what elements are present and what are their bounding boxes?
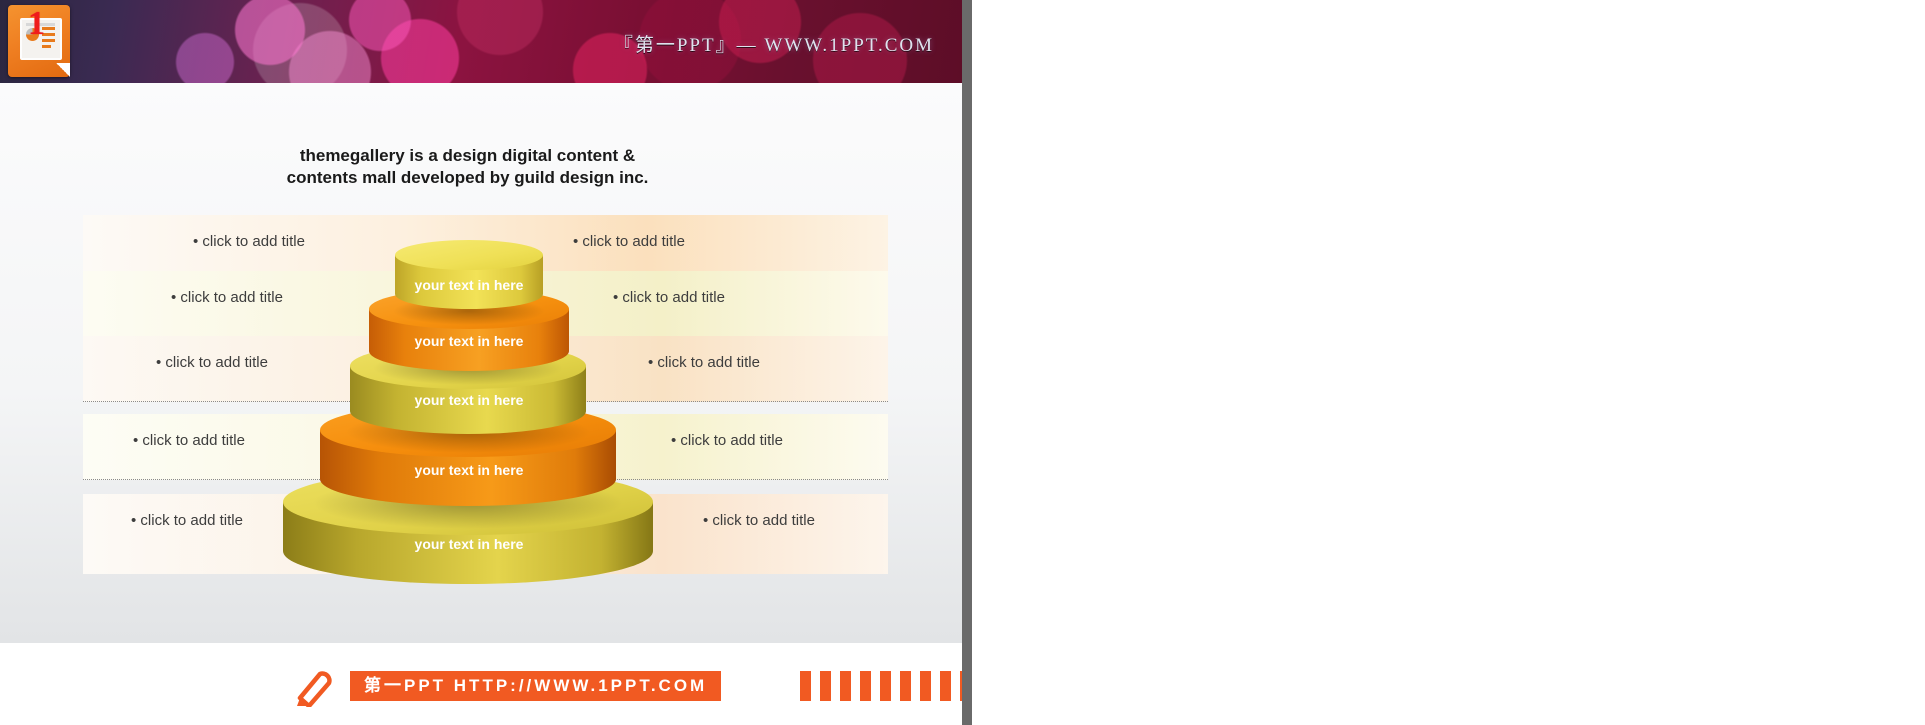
window-gutter <box>962 0 972 725</box>
footer-stripe <box>920 671 931 701</box>
logo-bar-4 <box>42 45 51 48</box>
template-preview-content: 1 『第一PPT』— WWW.1PPT.COM themegallery is … <box>0 0 962 725</box>
bullet-row-5-left-label[interactable]: • click to add title <box>131 512 243 529</box>
footer-stripes <box>800 671 962 701</box>
bullet-row-1-right-label[interactable]: • click to add title <box>573 233 685 250</box>
bullet-row-2-right-label[interactable]: • click to add title <box>613 289 725 306</box>
slide-canvas: themegallery is a design digital content… <box>0 83 962 643</box>
bullet-row-4-left-label[interactable]: • click to add title <box>133 432 245 449</box>
right-empty-pane <box>972 0 1925 725</box>
pencil-icon <box>297 671 332 707</box>
logo-page-fold <box>56 63 70 77</box>
bullet-row-5: • click to add title • click to add titl… <box>83 494 888 574</box>
screenshot-root: 1 『第一PPT』— WWW.1PPT.COM themegallery is … <box>0 0 1925 725</box>
bullet-row-3-right-label[interactable]: • click to add title <box>648 354 760 371</box>
bullet-row-4-divider <box>83 479 888 480</box>
bullet-row-1-left-label[interactable]: • click to add title <box>193 233 305 250</box>
bullet-row-2-left-label[interactable]: • click to add title <box>171 289 283 306</box>
footer-stripe <box>860 671 871 701</box>
site-header-banner: 1 『第一PPT』— WWW.1PPT.COM <box>0 0 962 83</box>
site-logo[interactable]: 1 <box>8 5 70 77</box>
slide-title-line-1: themegallery is a design digital content… <box>299 146 636 165</box>
footer-stripe <box>900 671 911 701</box>
bullet-row-2: • click to add title • click to add titl… <box>83 271 888 337</box>
footer-stripe <box>880 671 891 701</box>
footer-stripe <box>800 671 811 701</box>
bullet-row-5-background <box>83 494 888 574</box>
bullet-row-3-left-label[interactable]: • click to add title <box>156 354 268 371</box>
bullet-row-4: • click to add title • click to add titl… <box>83 414 888 480</box>
logo-number: 1 <box>28 5 45 42</box>
footer-stripe <box>820 671 831 701</box>
bullet-row-5-right-label[interactable]: • click to add title <box>703 512 815 529</box>
bullet-row-4-right-label[interactable]: • click to add title <box>671 432 783 449</box>
footer-stripe <box>840 671 851 701</box>
bullet-row-3-divider <box>83 401 888 402</box>
bullet-row-3: • click to add title • click to add titl… <box>83 336 888 402</box>
footer-stripe <box>940 671 951 701</box>
slide-title: themegallery is a design digital content… <box>0 145 935 189</box>
header-title: 『第一PPT』— WWW.1PPT.COM <box>613 35 934 56</box>
slide-title-line-2: contents mall developed by guild design … <box>286 167 649 187</box>
footer-banner-text: 第一PPT HTTP://WWW.1PPT.COM <box>350 671 722 701</box>
site-footer: 第一PPT HTTP://WWW.1PPT.COM <box>0 643 962 725</box>
